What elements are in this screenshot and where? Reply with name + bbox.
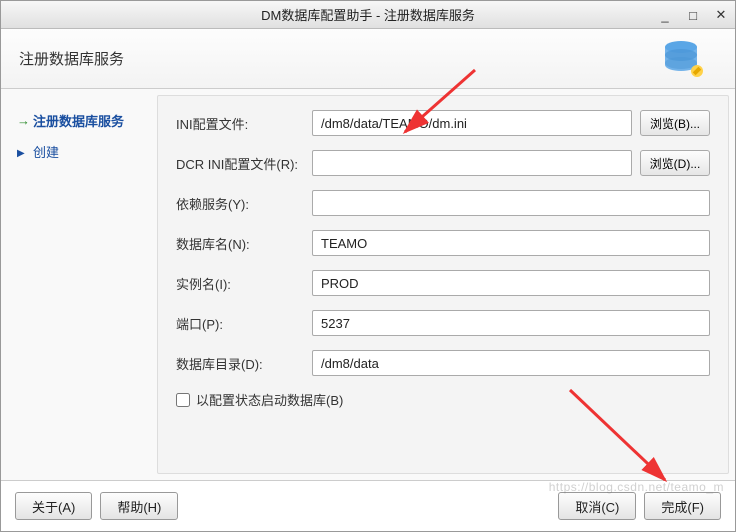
row-dbname: 数据库名(N): — [176, 230, 710, 256]
sidebar-item-label: 创建 — [33, 142, 59, 161]
minimize-icon[interactable]: _ — [657, 8, 673, 23]
dcr-label: DCR INI配置文件(R): — [176, 154, 304, 173]
sidebar-item-register[interactable]: 注册数据库服务 — [13, 105, 151, 136]
arrow-right-icon — [17, 113, 27, 128]
inst-label: 实例名(I): — [176, 274, 304, 293]
footer: 关于(A) 帮助(H) 取消(C) 完成(F) — [1, 481, 735, 531]
titlebar: DM数据库配置助手 - 注册数据库服务 _ □ ✕ — [1, 1, 735, 29]
row-dep: 依赖服务(Y): — [176, 190, 710, 216]
ini-input[interactable] — [312, 110, 632, 136]
row-dir: 数据库目录(D): — [176, 350, 710, 376]
dep-input[interactable] — [312, 190, 710, 216]
cancel-button[interactable]: 取消(C) — [558, 492, 636, 520]
row-ini: INI配置文件: 浏览(B)... — [176, 110, 710, 136]
sidebar-item-label: 注册数据库服务 — [33, 111, 124, 130]
checkbox-label: 以配置状态启动数据库(B) — [196, 390, 343, 409]
close-icon[interactable]: ✕ — [713, 7, 729, 23]
port-label: 端口(P): — [176, 314, 304, 333]
row-port: 端口(P): — [176, 310, 710, 336]
database-icon — [657, 37, 705, 86]
maximize-icon[interactable]: □ — [685, 8, 701, 23]
sidebar-item-create[interactable]: 创建 — [13, 136, 151, 167]
start-config-checkbox[interactable] — [176, 393, 190, 407]
dir-label: 数据库目录(D): — [176, 354, 304, 373]
window-title: DM数据库配置助手 - 注册数据库服务 — [261, 5, 475, 24]
row-inst: 实例名(I): — [176, 270, 710, 296]
triangle-right-icon — [17, 144, 27, 159]
inst-input[interactable] — [312, 270, 710, 296]
header: 注册数据库服务 — [1, 29, 735, 89]
page-title: 注册数据库服务 — [19, 48, 124, 69]
dir-input[interactable] — [312, 350, 710, 376]
row-dcr: DCR INI配置文件(R): 浏览(D)... — [176, 150, 710, 176]
port-input[interactable] — [312, 310, 710, 336]
sidebar: 注册数据库服务 创建 — [7, 95, 157, 474]
dcr-browse-button[interactable]: 浏览(D)... — [640, 150, 710, 176]
help-button[interactable]: 帮助(H) — [100, 492, 178, 520]
dep-label: 依赖服务(Y): — [176, 194, 304, 213]
ini-label: INI配置文件: — [176, 114, 304, 133]
window: DM数据库配置助手 - 注册数据库服务 _ □ ✕ 注册数据库服务 注册数据库服… — [0, 0, 736, 532]
row-checkbox: 以配置状态启动数据库(B) — [176, 390, 710, 409]
body: 注册数据库服务 创建 INI配置文件: 浏览(B)... DCR INI配置文件… — [1, 89, 735, 481]
ini-browse-button[interactable]: 浏览(B)... — [640, 110, 710, 136]
dcr-input[interactable] — [312, 150, 632, 176]
dbname-label: 数据库名(N): — [176, 234, 304, 253]
about-button[interactable]: 关于(A) — [15, 492, 92, 520]
form-panel: INI配置文件: 浏览(B)... DCR INI配置文件(R): 浏览(D).… — [157, 95, 729, 474]
window-controls: _ □ ✕ — [657, 1, 729, 29]
dbname-input[interactable] — [312, 230, 710, 256]
finish-button[interactable]: 完成(F) — [644, 492, 721, 520]
